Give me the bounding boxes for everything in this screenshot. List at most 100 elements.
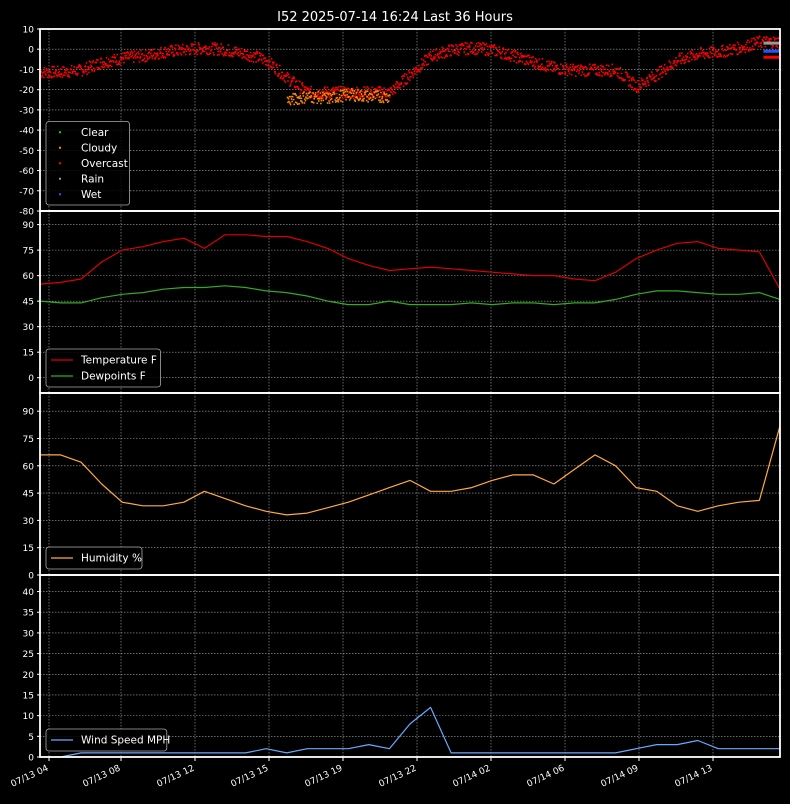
data-point — [293, 103, 295, 106]
data-point — [541, 58, 544, 60]
data-point — [682, 56, 685, 58]
data-point — [100, 57, 103, 60]
data-point — [488, 52, 490, 55]
data-point — [528, 56, 531, 59]
data-point — [668, 60, 671, 63]
data-point — [406, 76, 409, 79]
data-point — [617, 68, 620, 71]
data-point — [644, 82, 647, 85]
data-point — [679, 60, 682, 62]
data-point — [125, 54, 128, 57]
data-point — [630, 77, 633, 80]
data-point — [679, 55, 681, 57]
data-point — [649, 75, 652, 77]
data-point — [284, 81, 287, 84]
data-point — [359, 98, 362, 100]
data-point — [54, 70, 57, 73]
data-point — [385, 93, 388, 95]
data-point — [707, 54, 710, 57]
data-point — [479, 47, 482, 50]
data-point — [213, 54, 215, 56]
data-point — [399, 87, 401, 89]
data-point — [347, 88, 350, 90]
data-point — [44, 70, 46, 72]
data-point — [352, 92, 355, 95]
data-point — [472, 51, 475, 54]
data-point — [434, 53, 437, 56]
legend-label: Cloudy — [81, 142, 117, 154]
data-point — [227, 49, 229, 51]
data-point — [109, 64, 111, 67]
data-point — [587, 74, 590, 76]
data-point — [725, 55, 727, 58]
data-point — [253, 56, 256, 59]
data-point — [410, 76, 412, 78]
data-point — [220, 43, 222, 45]
data-point — [248, 56, 250, 59]
data-point — [429, 51, 432, 53]
data-point — [43, 66, 46, 69]
data-point — [573, 69, 576, 72]
data-point — [103, 61, 105, 63]
data-point — [139, 55, 142, 58]
data-point — [740, 51, 743, 53]
data-point — [469, 45, 471, 48]
data-point — [145, 60, 148, 62]
data-point — [770, 38, 772, 40]
data-point — [301, 100, 303, 103]
data-point — [64, 69, 67, 72]
data-point — [182, 48, 184, 50]
data-point — [130, 50, 133, 53]
data-point — [369, 97, 372, 99]
data-point — [110, 65, 113, 68]
data-point — [606, 72, 609, 74]
data-point — [200, 51, 203, 54]
data-point — [509, 60, 512, 62]
data-point — [612, 71, 615, 73]
data-point — [507, 56, 509, 59]
data-point — [290, 95, 292, 98]
data-point — [571, 65, 574, 68]
data-point — [262, 54, 265, 57]
data-point — [566, 74, 569, 77]
data-point — [560, 63, 562, 66]
data-point — [757, 37, 759, 40]
data-point — [334, 99, 337, 101]
y-tick-label: 90 — [23, 221, 35, 231]
y-tick-label: 30 — [23, 629, 35, 639]
data-point — [424, 61, 426, 63]
data-point — [367, 101, 369, 103]
data-point — [459, 44, 462, 47]
data-point — [480, 43, 483, 46]
data-point — [602, 71, 604, 74]
data-point — [350, 88, 353, 90]
y-tick-label: 90 — [23, 408, 35, 418]
data-point — [137, 51, 140, 53]
data-point — [188, 50, 191, 52]
data-point — [297, 87, 300, 90]
data-point — [341, 101, 344, 103]
data-point — [190, 50, 192, 52]
data-point — [484, 44, 486, 46]
data-point — [694, 56, 697, 59]
data-point — [427, 63, 430, 65]
data-point — [664, 70, 666, 73]
data-point — [683, 59, 686, 61]
data-point — [316, 102, 319, 105]
data-point — [486, 45, 489, 48]
data-point — [692, 53, 694, 55]
data-point — [630, 79, 633, 82]
data-point — [366, 95, 368, 98]
data-point — [528, 54, 530, 57]
data-point — [268, 67, 270, 69]
data-point — [185, 50, 188, 53]
data-point — [515, 62, 518, 64]
data-point — [396, 81, 399, 83]
data-point — [453, 49, 455, 52]
data-point — [624, 79, 626, 81]
data-point — [640, 86, 642, 89]
data-point — [688, 60, 691, 63]
data-point — [362, 100, 365, 102]
data-point — [86, 68, 89, 71]
data-point — [550, 60, 553, 63]
